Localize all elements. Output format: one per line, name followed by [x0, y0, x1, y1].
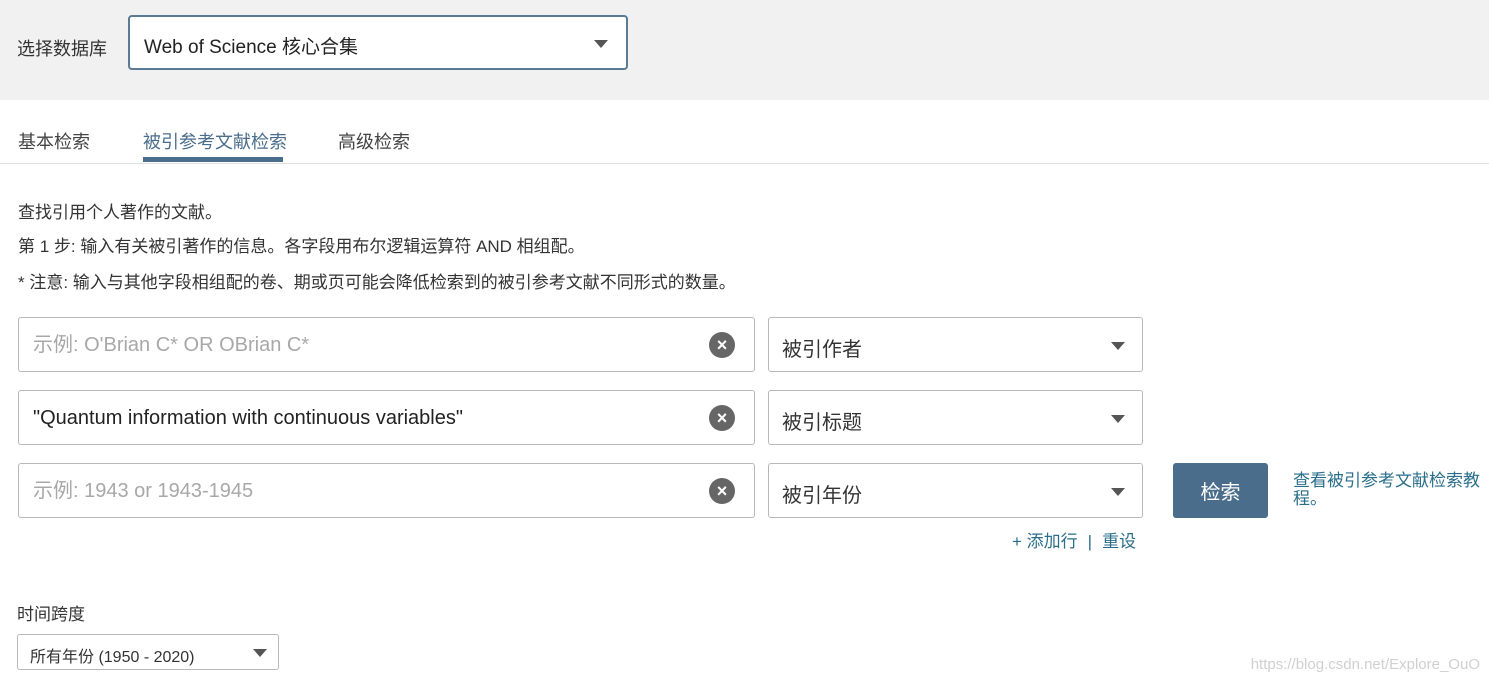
tab-cited-reference-search[interactable]: 被引参考文献检索 [143, 128, 287, 154]
timespan-selected-value: 所有年份 (1950 - 2020) [30, 649, 195, 666]
active-tab-indicator [143, 157, 283, 162]
field-select-1[interactable]: 被引作者 [768, 317, 1143, 372]
cited-title-input[interactable] [31, 401, 705, 436]
cited-year-input[interactable] [31, 474, 705, 509]
database-label: 选择数据库 [17, 39, 107, 59]
search-row-input-1: × [18, 317, 755, 372]
tab-advanced-search[interactable]: 高级检索 [338, 128, 410, 154]
search-tabs: 基本检索 被引参考文献检索 高级检索 [0, 100, 1489, 164]
chevron-down-icon [1111, 415, 1125, 423]
timespan-select[interactable]: 所有年份 (1950 - 2020) [17, 634, 279, 670]
cited-author-input[interactable] [31, 328, 705, 363]
reset-link[interactable]: 重设 [1102, 532, 1136, 551]
description-line-1: 查找引用个人著作的文献。 [18, 203, 222, 222]
search-row-input-2: × [18, 390, 755, 445]
row-actions: + 添加行 | 重设 [1012, 527, 1136, 552]
field-select-2[interactable]: 被引标题 [768, 390, 1143, 445]
field-select-3[interactable]: 被引年份 [768, 463, 1143, 518]
database-select[interactable]: Web of Science 核心合集 [128, 15, 628, 70]
chevron-down-icon [1111, 342, 1125, 350]
search-button[interactable]: 检索 [1173, 463, 1268, 518]
clear-icon[interactable]: × [709, 332, 735, 358]
add-row-link[interactable]: + 添加行 [1012, 532, 1078, 551]
clear-icon[interactable]: × [709, 478, 735, 504]
chevron-down-icon [253, 649, 267, 657]
tab-basic-search[interactable]: 基本检索 [18, 128, 90, 154]
field-select-value: 被引作者 [782, 339, 862, 361]
database-selected-value: Web of Science 核心合集 [144, 37, 359, 58]
chevron-down-icon [1111, 488, 1125, 496]
description-line-2: 第 1 步: 输入有关被引著作的信息。各字段用布尔逻辑运算符 AND 相组配。 [18, 237, 585, 256]
database-bar: 选择数据库 Web of Science 核心合集 [0, 0, 1489, 100]
clear-icon[interactable]: × [709, 405, 735, 431]
watermark: https://blog.csdn.net/Explore_OuO [1250, 656, 1480, 673]
field-select-value: 被引年份 [782, 485, 862, 507]
chevron-down-icon [594, 40, 608, 48]
field-select-value: 被引标题 [782, 412, 862, 434]
timespan-label: 时间跨度 [17, 605, 85, 624]
description-note: * 注意: 输入与其他字段相组配的卷、期或页可能会降低检索到的被引参考文献不同形… [18, 273, 736, 292]
search-row-input-3: × [18, 463, 755, 518]
tutorial-link[interactable]: 查看被引参考文献检索教程。 [1293, 472, 1483, 508]
separator: | [1087, 532, 1093, 551]
